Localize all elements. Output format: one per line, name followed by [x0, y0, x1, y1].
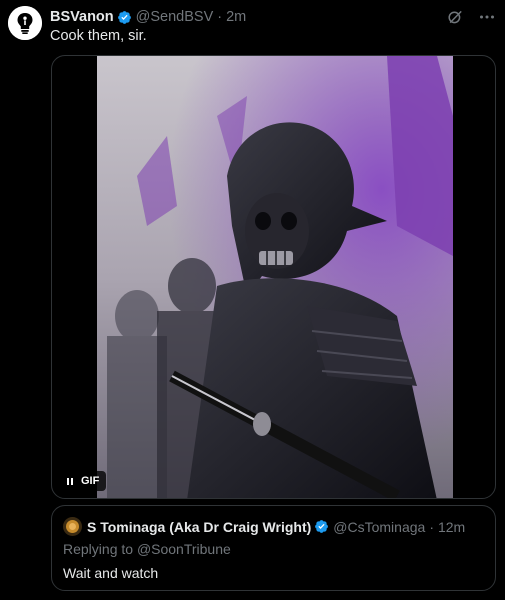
lightbulb-icon: [8, 6, 42, 40]
grok-icon[interactable]: [447, 9, 463, 25]
timestamp[interactable]: 2m: [226, 9, 246, 25]
author-avatar[interactable]: [8, 6, 42, 40]
gif-image[interactable]: [97, 56, 453, 498]
verified-badge-icon[interactable]: [314, 519, 329, 534]
quoted-author-name[interactable]: S Tominaga (Aka Dr Craig Wright): [87, 519, 311, 535]
more-icon[interactable]: [479, 9, 495, 25]
media-card[interactable]: GIF: [51, 55, 496, 499]
tweet-text: Cook them, sir.: [50, 28, 147, 44]
verified-badge-icon[interactable]: [117, 10, 132, 25]
replying-to-handle[interactable]: @SoonTribune: [137, 541, 231, 557]
quoted-author-handle[interactable]: @CsTominaga: [333, 519, 425, 535]
pause-icon[interactable]: [67, 477, 73, 485]
tweet-header: BSVanon @SendBSV · 2m: [50, 8, 246, 26]
author-handle[interactable]: @SendBSV: [136, 9, 214, 25]
replying-to-prefix: Replying to: [63, 541, 137, 557]
gif-badge[interactable]: GIF: [60, 471, 107, 491]
quoted-header: S Tominaga (Aka Dr Craig Wright) @CsTomi…: [87, 518, 465, 535]
author-name[interactable]: BSVanon: [50, 9, 114, 25]
replying-to: Replying to @SoonTribune: [63, 541, 231, 557]
quoted-text: Wait and watch: [63, 565, 159, 581]
quoted-timestamp[interactable]: 12m: [438, 519, 465, 535]
separator-dot: ·: [429, 518, 434, 535]
separator-dot: ·: [217, 9, 223, 25]
quoted-tweet[interactable]: S Tominaga (Aka Dr Craig Wright) @CsTomi…: [51, 505, 496, 591]
tweet-actions: [447, 9, 495, 25]
gif-label: GIF: [81, 475, 100, 487]
quoted-author-avatar[interactable]: [63, 517, 82, 536]
